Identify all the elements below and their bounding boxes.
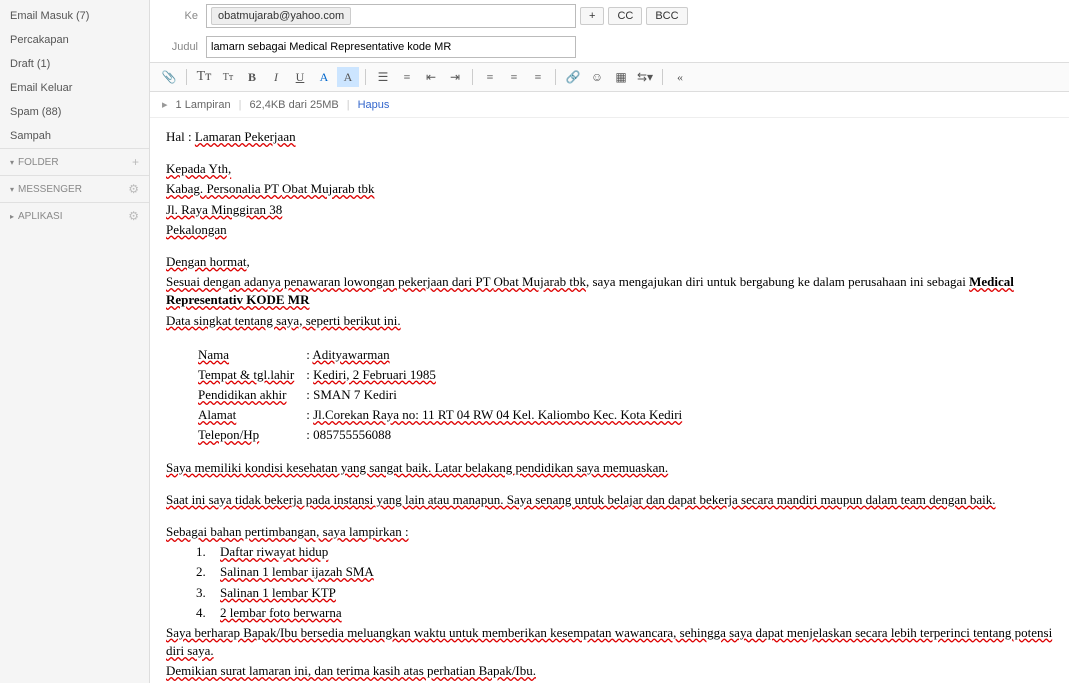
switch-format-icon[interactable]: ⇆▾ — [634, 67, 656, 87]
section-label: MESSENGER — [18, 184, 82, 195]
link-icon[interactable]: 🔗 — [562, 67, 584, 87]
stationery-icon[interactable]: ▦ — [610, 67, 632, 87]
indent-icon[interactable]: ⇥ — [444, 67, 466, 87]
align-left-icon[interactable]: ≡ — [479, 67, 501, 87]
section-messenger[interactable]: ▾ MESSENGER ⚙ — [0, 175, 149, 202]
attachment-size: 62,4KB dari 25MB — [249, 99, 338, 111]
font-size-down-icon[interactable]: Tт — [217, 67, 239, 87]
bold-icon[interactable]: B — [241, 67, 263, 87]
nav-trash[interactable]: Sampah — [0, 124, 149, 148]
to-label: Ke — [158, 10, 206, 22]
collapse-icon[interactable]: « — [669, 67, 691, 87]
chevron-right-icon: ▸ — [162, 98, 168, 111]
section-aplikasi[interactable]: ▸ APLIKASI ⚙ — [0, 202, 149, 229]
nav-drafts[interactable]: Draft (1) — [0, 52, 149, 76]
gear-icon[interactable]: ⚙ — [128, 182, 139, 196]
section-folder[interactable]: ▾ FOLDER + — [0, 148, 149, 175]
nav-conversations[interactable]: Percakapan — [0, 28, 149, 52]
to-input[interactable]: obatmujarab@yahoo.com — [206, 4, 576, 28]
cc-button[interactable]: CC — [608, 7, 642, 25]
to-row: Ke obatmujarab@yahoo.com + CC BCC — [150, 0, 1069, 32]
subject-label: Judul — [158, 41, 206, 53]
chevron-down-icon: ▾ — [10, 158, 14, 167]
compose-panel: Ke obatmujarab@yahoo.com + CC BCC Judul … — [150, 0, 1069, 683]
message-body[interactable]: Hal : Lamaran Pekerjaan Kepada Yth, Kaba… — [150, 118, 1069, 683]
number-list-icon[interactable]: ≡ — [396, 67, 418, 87]
add-recipient-button[interactable]: + — [580, 7, 604, 25]
add-folder-icon[interactable]: + — [132, 155, 139, 169]
attachment-count: 1 Lampiran — [176, 99, 231, 111]
highlight-icon[interactable]: A — [337, 67, 359, 87]
remove-attachment-link[interactable]: Hapus — [358, 99, 390, 111]
underline-icon[interactable]: U — [289, 67, 311, 87]
font-color-icon[interactable]: A — [313, 67, 335, 87]
section-label: APLIKASI — [18, 211, 62, 222]
info-table: Nama: Adityawarman Tempat & tgl.lahir: K… — [196, 344, 694, 447]
bcc-button[interactable]: BCC — [646, 7, 687, 25]
font-size-up-icon[interactable]: Tт — [193, 67, 215, 87]
gear-icon[interactable]: ⚙ — [128, 209, 139, 223]
outdent-icon[interactable]: ⇤ — [420, 67, 442, 87]
sidebar: Email Masuk (7) Percakapan Draft (1) Ema… — [0, 0, 150, 683]
section-label: FOLDER — [18, 157, 59, 168]
italic-icon[interactable]: I — [265, 67, 287, 87]
emoji-icon[interactable]: ☺ — [586, 67, 608, 87]
subject-row: Judul — [150, 32, 1069, 62]
align-right-icon[interactable]: ≡ — [527, 67, 549, 87]
attachment-list: 1.Daftar riwayat hidup 2.Salinan 1 lemba… — [196, 543, 1053, 622]
bullet-list-icon[interactable]: ☰ — [372, 67, 394, 87]
align-center-icon[interactable]: ≡ — [503, 67, 525, 87]
attachment-bar: ▸ 1 Lampiran | 62,4KB dari 25MB | Hapus — [150, 92, 1069, 118]
chevron-down-icon: ▾ — [10, 185, 14, 194]
subject-input[interactable] — [206, 36, 576, 58]
nav-spam[interactable]: Spam (88) — [0, 100, 149, 124]
nav-inbox[interactable]: Email Masuk (7) — [0, 4, 149, 28]
format-toolbar: 📎 Tт Tт B I U A A ☰ ≡ ⇤ ⇥ ≡ ≡ ≡ 🔗 ☺ ▦ ⇆▾… — [150, 62, 1069, 92]
chevron-right-icon: ▸ — [10, 212, 14, 221]
attach-icon[interactable]: 📎 — [158, 67, 180, 87]
nav-sent[interactable]: Email Keluar — [0, 76, 149, 100]
recipient-chip[interactable]: obatmujarab@yahoo.com — [211, 7, 351, 25]
